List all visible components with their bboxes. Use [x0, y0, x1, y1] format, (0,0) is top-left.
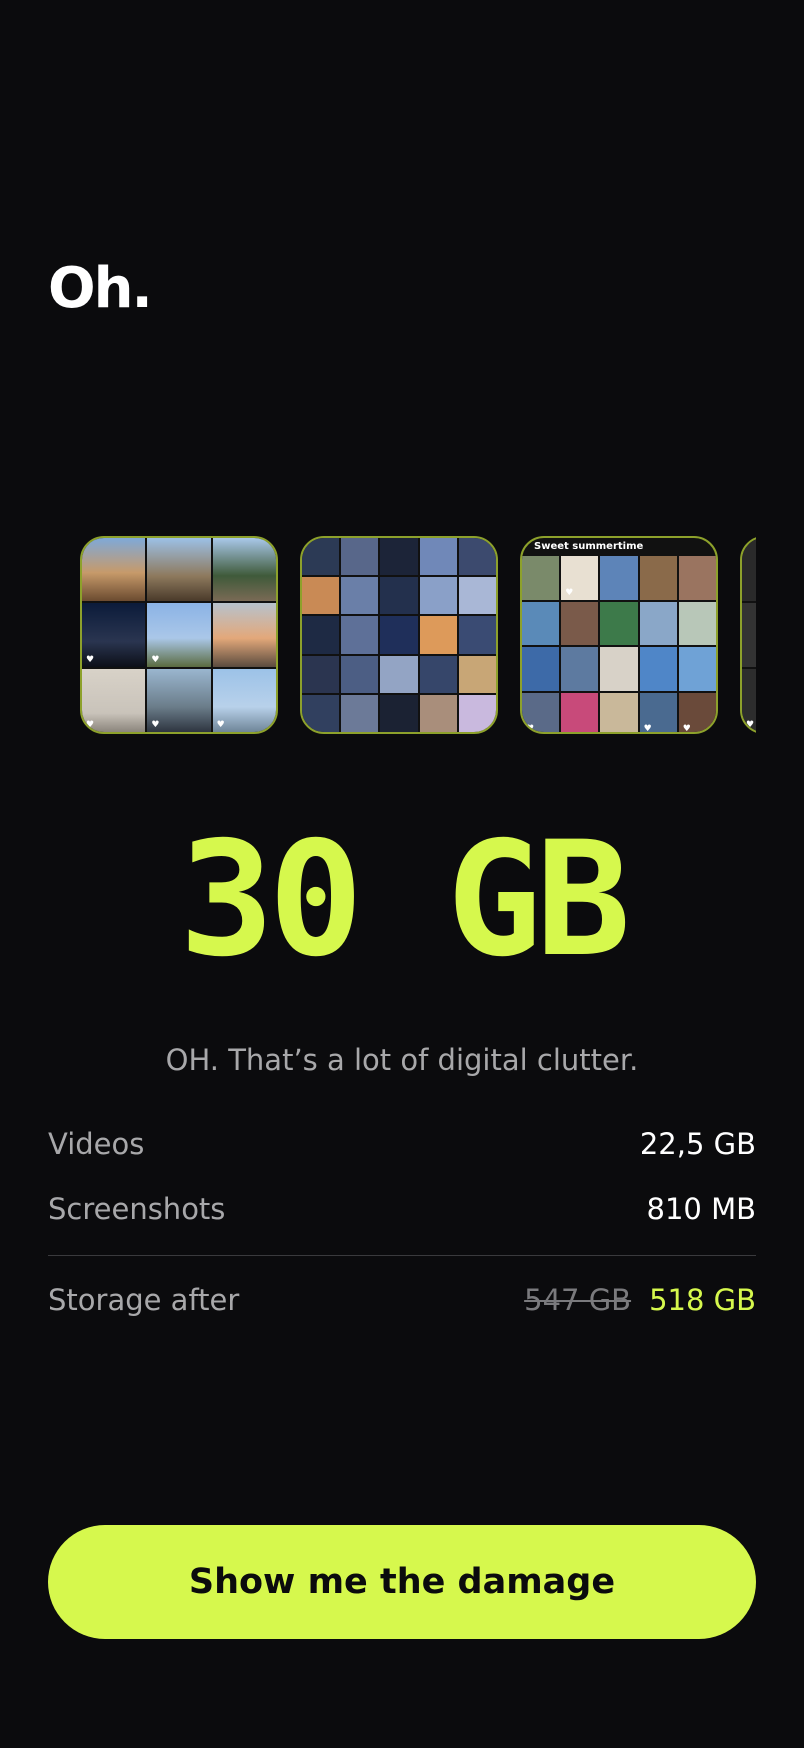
photo-thumbnail: [147, 538, 211, 602]
photo-thumbnail: [419, 694, 457, 732]
photo-thumbnail: [419, 538, 457, 576]
photo-thumbnail: [380, 616, 418, 654]
clutter-message: OH. That’s a lot of digital clutter.: [165, 1043, 639, 1077]
videos-value: 22,5 GB: [639, 1127, 756, 1161]
photo-thumbnail: [458, 538, 496, 576]
photo-thumbnail: [302, 694, 340, 732]
photo-thumbnail: [419, 655, 457, 693]
photo-thumbnail: [522, 556, 560, 600]
photo-thumbnail: [600, 692, 638, 732]
photo-thumbnail: [458, 616, 496, 654]
photo-thumbnail: ♥: [561, 556, 599, 600]
photo-thumbnail: [639, 647, 677, 691]
divider: [48, 1255, 756, 1256]
photo-thumbnail: ♥: [82, 668, 146, 732]
photo-thumbnail: [419, 616, 457, 654]
photo-thumbnail: [380, 538, 418, 576]
photo-thumbnail: ♥: [678, 692, 716, 734]
album-carousel[interactable]: ♥ ♥ ♥ ♥ ♥ ♥ ♥ ♥ ♥ Sweet summertime ♥: [80, 536, 756, 736]
photo-thumbnail: [561, 647, 599, 691]
photo-thumbnail: [302, 538, 340, 576]
favorite-heart-icon: ♥: [216, 719, 225, 730]
photo-thumbnail: [458, 694, 496, 732]
photo-thumbnail: ♥: [522, 692, 560, 734]
photo-thumbnail: [678, 601, 716, 645]
photo-thumbnail: [380, 655, 418, 693]
photo-thumbnail: [742, 603, 756, 667]
photo-thumbnail: [678, 647, 716, 691]
photo-grid: ♥ ♥ ♥ ♥: [522, 556, 716, 734]
show-damage-button[interactable]: Show me the damage: [48, 1525, 756, 1639]
photo-thumbnail: ♥: [212, 668, 276, 732]
favorite-heart-icon: ♥: [151, 654, 160, 665]
favorite-heart-icon: ♥: [86, 719, 95, 730]
photo-thumbnail: [380, 694, 418, 732]
storage-after-value: 518 GB: [649, 1283, 756, 1317]
photo-thumbnail: ♥: [639, 692, 677, 734]
page-title: Oh.: [48, 256, 153, 321]
photo-thumbnail: [212, 603, 276, 667]
album-card[interactable]: ♥ ♥ ♥ ♥ Sweet summertime: [520, 536, 718, 734]
photo-thumbnail: [561, 601, 599, 645]
photo-thumbnail: [522, 647, 560, 691]
photo-thumbnail: [458, 577, 496, 615]
photo-thumbnail: ♥: [147, 668, 211, 732]
photo-thumbnail: ♥: [147, 603, 211, 667]
videos-label: Videos: [48, 1127, 145, 1161]
screenshots-value: 810 MB: [646, 1192, 757, 1226]
photo-thumbnail: [82, 538, 146, 602]
album-title: Sweet summertime: [534, 541, 644, 552]
photo-thumbnail: [600, 601, 638, 645]
favorite-heart-icon: ♥: [151, 719, 160, 730]
photo-thumbnail: ♥: [742, 668, 756, 732]
clutter-size: 30 GB: [179, 808, 631, 992]
photo-thumbnail: [302, 655, 340, 693]
photo-thumbnail: [341, 538, 379, 576]
photo-grid: [302, 538, 496, 732]
storage-after-row: Storage after 547 GB 518 GB: [48, 1278, 756, 1322]
favorite-heart-icon: ♥: [86, 654, 95, 665]
storage-values: 547 GB 518 GB: [524, 1283, 756, 1317]
storage-after-label: Storage after: [48, 1283, 240, 1317]
photo-thumbnail: [600, 647, 638, 691]
photo-thumbnail: [341, 655, 379, 693]
photo-thumbnail: ♥: [82, 603, 146, 667]
favorite-heart-icon: ♥: [746, 719, 755, 730]
photo-thumbnail: [302, 616, 340, 654]
favorite-heart-icon: ♥: [526, 724, 535, 734]
photo-grid: ♥: [742, 538, 756, 732]
photo-thumbnail: [639, 556, 677, 600]
photo-thumbnail: [380, 577, 418, 615]
photo-thumbnail: [458, 655, 496, 693]
album-card[interactable]: [300, 536, 498, 734]
videos-row: Videos 22,5 GB: [48, 1122, 756, 1166]
screenshots-row: Screenshots 810 MB: [48, 1187, 756, 1231]
photo-thumbnail: [341, 616, 379, 654]
photo-thumbnail: [419, 577, 457, 615]
photo-thumbnail: [522, 601, 560, 645]
photo-thumbnail: [302, 577, 340, 615]
photo-thumbnail: [600, 556, 638, 600]
photo-thumbnail: [341, 694, 379, 732]
screenshots-label: Screenshots: [48, 1192, 226, 1226]
photo-thumbnail: [561, 692, 599, 732]
photo-thumbnail: [742, 538, 756, 602]
storage-before-value: 547 GB: [524, 1283, 632, 1317]
photo-thumbnail: [212, 538, 276, 602]
favorite-heart-icon: ♥: [682, 724, 691, 734]
album-card[interactable]: ♥ ♥ ♥ ♥ ♥: [80, 536, 278, 734]
favorite-heart-icon: ♥: [643, 724, 652, 734]
favorite-heart-icon: ♥: [565, 587, 574, 598]
photo-grid: ♥ ♥ ♥ ♥ ♥: [82, 538, 276, 732]
photo-thumbnail: [639, 601, 677, 645]
photo-thumbnail: [341, 577, 379, 615]
album-card[interactable]: ♥: [740, 536, 756, 734]
photo-thumbnail: [678, 556, 716, 600]
